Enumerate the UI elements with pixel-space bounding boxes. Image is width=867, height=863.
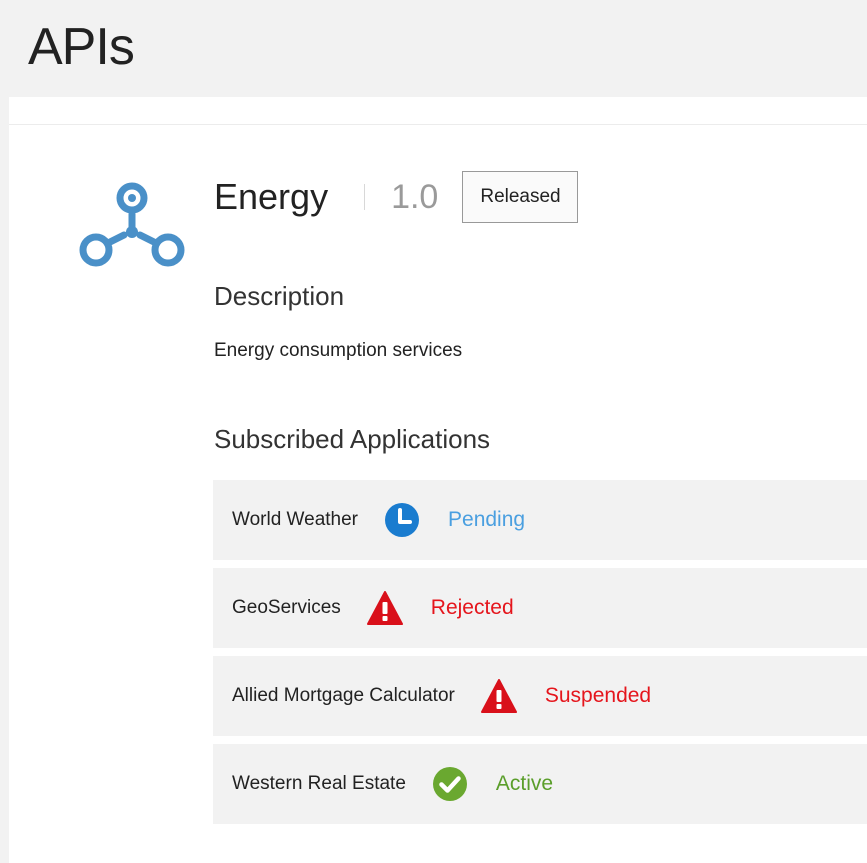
api-name: Energy [214, 176, 329, 217]
description-text: Energy consumption services [214, 340, 463, 361]
application-name[interactable]: World Weather [232, 509, 358, 531]
warning-icon [480, 679, 517, 713]
api-header: Energy 1.0 Released [214, 171, 578, 223]
card-divider [9, 124, 867, 125]
subscription-status: Pending [448, 508, 526, 531]
api-detail-card: Energy 1.0 Released Description Energy c… [9, 97, 867, 863]
subscription-row[interactable]: GeoServices Rejected [213, 568, 867, 648]
page-title: APIs [28, 18, 135, 76]
release-status-badge: Released [462, 171, 578, 223]
description-heading: Description [214, 281, 345, 311]
application-name[interactable]: GeoServices [232, 597, 341, 619]
warning-icon [366, 591, 403, 625]
api-network-icon [79, 182, 185, 267]
header-separator [364, 184, 366, 210]
apis-page: APIs Energy 1.0 Released Description Ene… [0, 0, 867, 863]
subscription-status: Suspended [544, 684, 652, 707]
subscribed-applications-heading: Subscribed Applications [214, 424, 491, 454]
subscribed-applications-list: World Weather Pending GeoServices Reject… [213, 480, 867, 832]
application-name[interactable]: Western Real Estate [232, 773, 406, 795]
subscription-row[interactable]: Western Real Estate Active [213, 744, 867, 824]
check-circle-icon [432, 767, 467, 801]
application-name[interactable]: Allied Mortgage Calculator [232, 685, 455, 707]
subscription-status: Active [495, 772, 554, 795]
clock-icon [385, 503, 420, 537]
subscription-row[interactable]: World Weather Pending [213, 480, 867, 560]
api-version: 1.0 [391, 177, 439, 216]
subscription-row[interactable]: Allied Mortgage Calculator Suspended [213, 656, 867, 736]
subscription-status: Rejected [430, 596, 514, 619]
